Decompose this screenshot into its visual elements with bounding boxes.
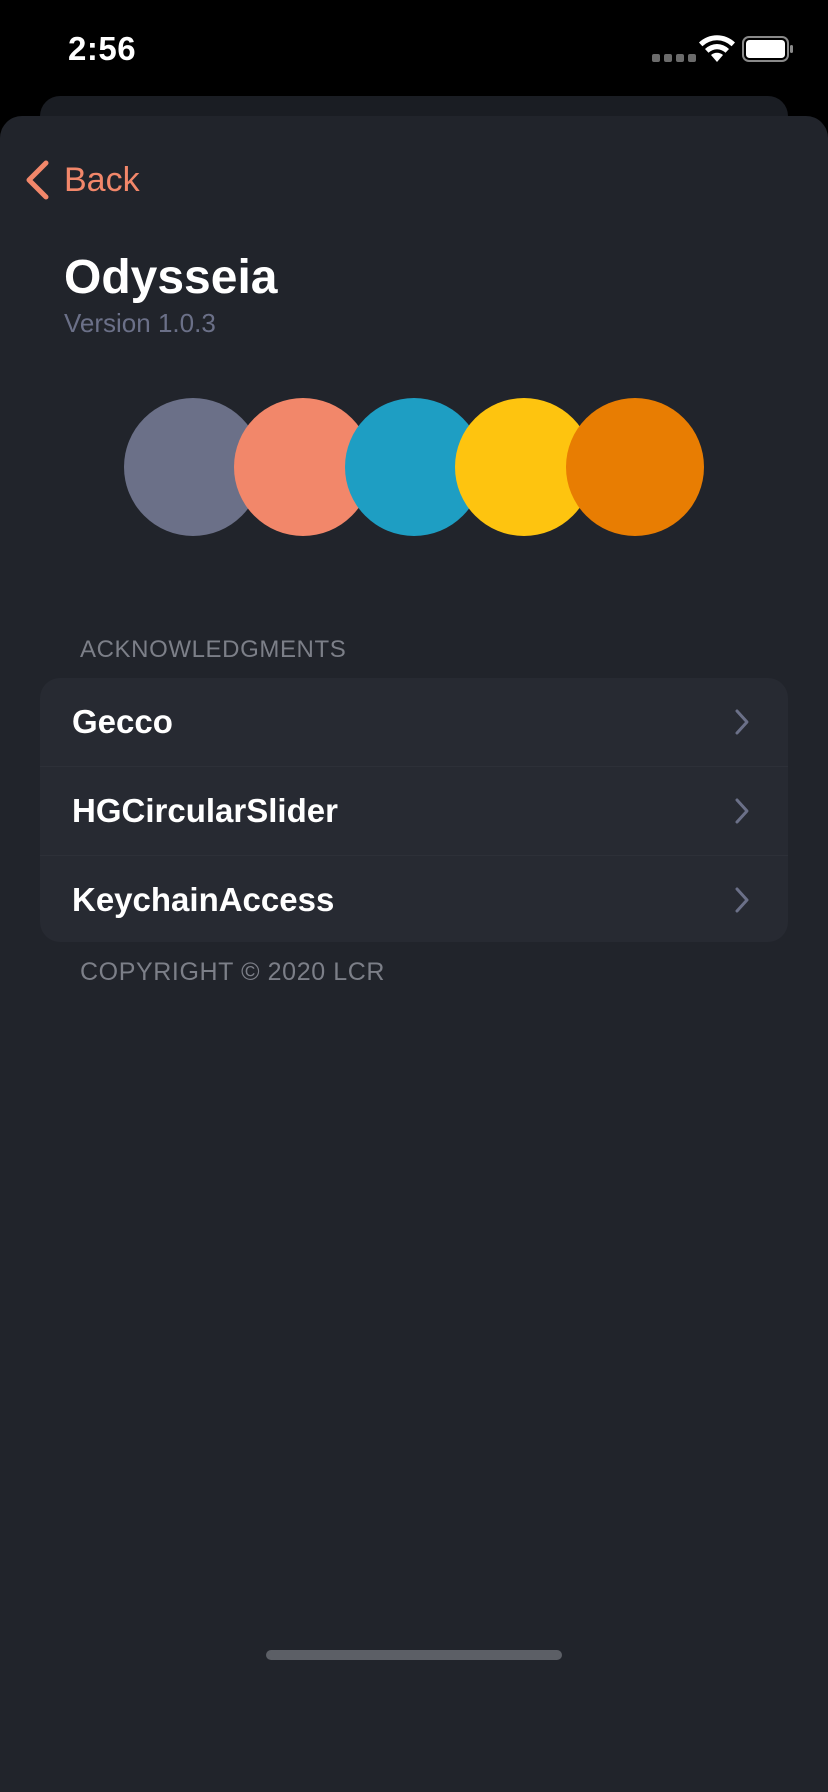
list-item-label: KeychainAccess: [72, 881, 335, 918]
list-item-keychainaccess[interactable]: KeychainAccess: [40, 855, 788, 942]
list-item-label: Gecco: [72, 703, 173, 740]
wifi-icon: [699, 35, 735, 62]
list-item-label: HGCircularSlider: [72, 792, 338, 829]
color-swatch-orange: [566, 398, 704, 536]
chevron-right-icon: [735, 887, 749, 913]
chevron-right-icon: [735, 709, 749, 735]
about-sheet: Back Odysseia Version 1.0.3 ACKNOWLEDGME…: [0, 116, 828, 1792]
chevron-right-icon: [735, 798, 749, 824]
home-indicator[interactable]: [266, 1650, 562, 1660]
status-time: 2:56: [68, 30, 137, 67]
copyright-footer: COPYRIGHT © 2020 LCR: [80, 958, 386, 986]
cellular-signal-icon: [652, 54, 696, 62]
screen: 2:56 Back Odysseia Version 1.0.3 ACKNOWL…: [0, 0, 828, 1792]
app-version: Version 1.0.3: [64, 308, 216, 338]
back-button-label: Back: [64, 160, 140, 199]
list-item-hgcircularslider[interactable]: HGCircularSlider: [40, 766, 788, 855]
chevron-left-icon: [26, 160, 49, 200]
list-item-gecco[interactable]: Gecco: [40, 678, 788, 766]
battery-icon: [742, 36, 793, 62]
back-button[interactable]: Back: [24, 152, 140, 208]
app-title: Odysseia: [64, 251, 278, 304]
color-swatches: [124, 398, 704, 536]
acknowledgments-list: Gecco HGCircularSlider KeychainAccess: [40, 678, 788, 942]
acknowledgments-header: ACKNOWLEDGMENTS: [80, 636, 347, 663]
status-bar: 2:56: [0, 0, 828, 96]
